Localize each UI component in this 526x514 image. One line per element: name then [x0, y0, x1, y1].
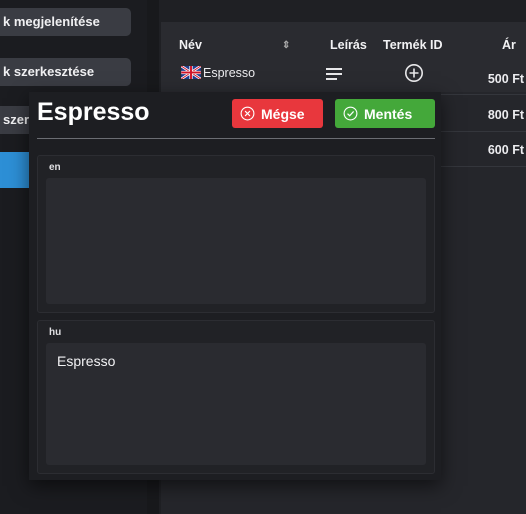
translation-input-hu[interactable]: Espresso: [46, 343, 426, 465]
add-product-id-icon[interactable]: [404, 63, 424, 88]
translation-hu: hu Espresso: [37, 320, 435, 474]
dialog-title: Espresso: [37, 98, 150, 126]
cancel-button[interactable]: Mégse: [232, 99, 323, 128]
row-price: 800 Ft: [487, 108, 524, 122]
language-label: hu: [49, 327, 62, 338]
column-header-product-id[interactable]: Termék ID: [383, 38, 443, 52]
check-icon: [343, 106, 358, 121]
sidebar-item-edit[interactable]: k szerkesztése: [0, 58, 131, 86]
cancel-icon: [240, 106, 255, 121]
save-button[interactable]: Mentés: [335, 99, 435, 128]
sidebar-item-show[interactable]: k megjelenítése: [0, 8, 131, 36]
column-header-description[interactable]: Leírás: [330, 38, 367, 52]
language-label: en: [49, 162, 61, 173]
cancel-button-label: Mégse: [261, 105, 305, 122]
sort-icon[interactable]: ⇕: [282, 40, 290, 51]
table-header-area: [161, 22, 526, 92]
dialog-divider: [37, 138, 435, 139]
row-name: Espresso: [203, 66, 256, 80]
row-price: 500 Ft: [487, 72, 524, 86]
description-icon[interactable]: [326, 67, 342, 85]
translation-en: en: [37, 155, 435, 313]
edit-translation-dialog: Espresso Mégse Mentés en hu Espresso: [29, 92, 441, 480]
save-button-label: Mentés: [364, 105, 413, 122]
uk-flag-icon: [180, 64, 202, 84]
column-header-price[interactable]: Ár: [502, 38, 516, 52]
column-header-name[interactable]: Név: [179, 38, 202, 52]
row-price: 600 Ft: [487, 143, 524, 157]
translation-input-en[interactable]: [46, 178, 426, 304]
